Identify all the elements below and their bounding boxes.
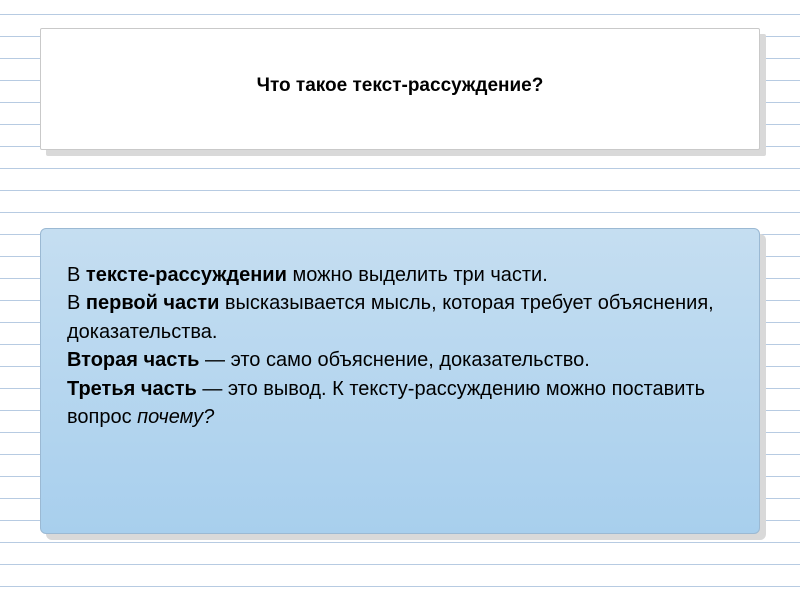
bold-1: тексте-рассуждении bbox=[86, 264, 287, 286]
bold-2: первой части bbox=[86, 292, 219, 314]
italic-why: почему? bbox=[137, 406, 214, 428]
title-text: Что такое текст-рассуждение? bbox=[257, 75, 544, 97]
title-panel: Что такое текст-рассуждение? bbox=[40, 28, 760, 150]
bold-3: Вторая часть bbox=[67, 349, 199, 371]
bold-4: Третья часть bbox=[67, 378, 197, 400]
ruled-line bbox=[0, 586, 800, 587]
body-panel: В тексте-рассуждении можно выделить три … bbox=[40, 228, 760, 534]
ruled-line bbox=[0, 14, 800, 15]
body-text: В тексте-рассуждении можно выделить три … bbox=[67, 261, 733, 431]
